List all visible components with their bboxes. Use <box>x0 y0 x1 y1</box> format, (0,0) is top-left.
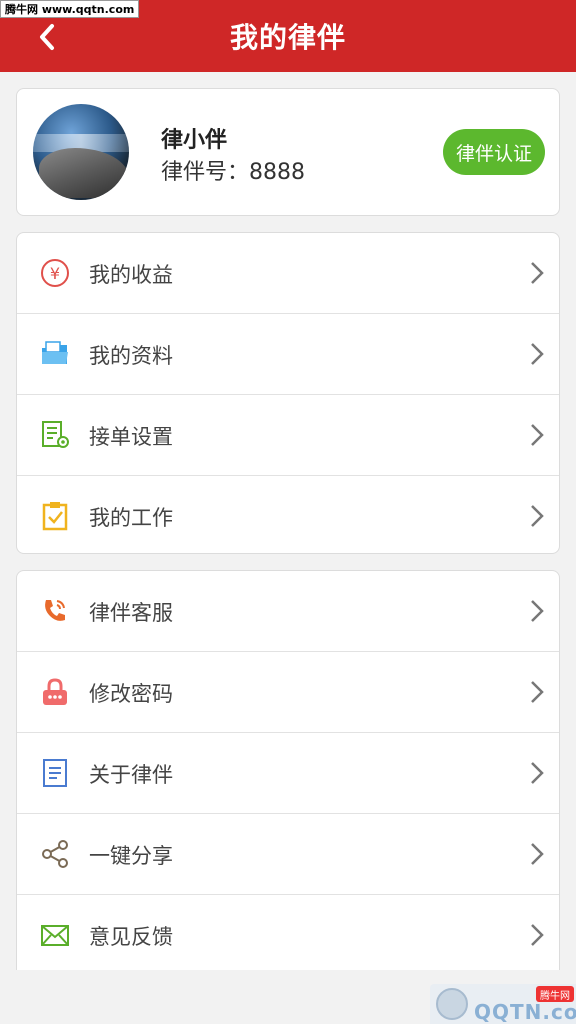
phone-icon <box>39 595 71 627</box>
chevron-right-icon <box>531 600 544 622</box>
user-name: 律小伴 <box>161 128 228 153</box>
watermark-text: QQTN.com <box>474 1000 576 1024</box>
menu-item-about[interactable]: 关于律伴 <box>17 733 559 813</box>
menu-item-label: 一键分享 <box>89 844 173 868</box>
menu-item-order-settings[interactable]: 接单设置 <box>17 395 559 475</box>
avatar[interactable] <box>33 104 129 200</box>
menu-item-feedback[interactable]: 意见反馈 <box>17 895 559 975</box>
menu-item-label: 修改密码 <box>89 682 173 706</box>
chevron-right-icon <box>531 681 544 703</box>
menu-group-settings: 律伴客服 修改密码 关于律伴 一键分享 意见反馈 <box>16 570 560 970</box>
menu-item-change-password[interactable]: 修改密码 <box>17 652 559 732</box>
user-id-value: 8888 <box>249 160 306 185</box>
mail-icon <box>39 919 71 951</box>
profile-card: 律小伴 律伴号：8888 律伴认证 <box>16 88 560 216</box>
menu-group-account: ¥ 我的收益 我的资料 接单设置 我的工作 <box>16 232 560 554</box>
chevron-right-icon <box>531 843 544 865</box>
page-title: 我的律伴 <box>229 21 346 54</box>
chevron-left-icon <box>40 24 54 50</box>
menu-item-label: 我的收益 <box>89 263 173 287</box>
document-settings-icon <box>39 419 71 451</box>
chevron-right-icon <box>531 924 544 946</box>
menu-item-my-work[interactable]: 我的工作 <box>17 476 559 556</box>
menu-item-earnings[interactable]: ¥ 我的收益 <box>17 233 559 313</box>
menu-item-share[interactable]: 一键分享 <box>17 814 559 894</box>
menu-item-customer-service[interactable]: 律伴客服 <box>17 571 559 651</box>
menu-item-profile[interactable]: 我的资料 <box>17 314 559 394</box>
chevron-right-icon <box>531 262 544 284</box>
menu-item-label: 我的资料 <box>89 344 173 368</box>
menu-item-label: 接单设置 <box>89 425 173 449</box>
watermark-logo-icon <box>436 988 468 1020</box>
user-id: 律伴号：8888 <box>161 154 305 186</box>
menu-item-label: 律伴客服 <box>89 601 173 625</box>
menu-item-label: 关于律伴 <box>89 763 173 787</box>
chevron-right-icon <box>531 505 544 527</box>
menu-item-label: 我的工作 <box>89 506 173 530</box>
folder-icon <box>39 338 71 370</box>
watermark-badge: 腾牛网 <box>536 986 574 1002</box>
back-button[interactable] <box>30 20 64 54</box>
menu-item-label: 意见反馈 <box>89 925 173 949</box>
yen-icon: ¥ <box>39 257 71 289</box>
chevron-right-icon <box>531 343 544 365</box>
share-icon <box>39 838 71 870</box>
chevron-right-icon <box>531 424 544 446</box>
certification-button[interactable]: 律伴认证 <box>443 129 545 175</box>
lock-icon <box>39 676 71 708</box>
document-icon <box>39 757 71 789</box>
watermark-top: 腾牛网 www.qqtn.com <box>0 0 140 18</box>
clipboard-check-icon <box>39 500 71 532</box>
watermark-bottom: QQTN.com 腾牛网 <box>430 984 576 1024</box>
user-id-label: 律伴号： <box>161 160 250 185</box>
chevron-right-icon <box>531 762 544 784</box>
svg-text:¥: ¥ <box>50 264 60 283</box>
